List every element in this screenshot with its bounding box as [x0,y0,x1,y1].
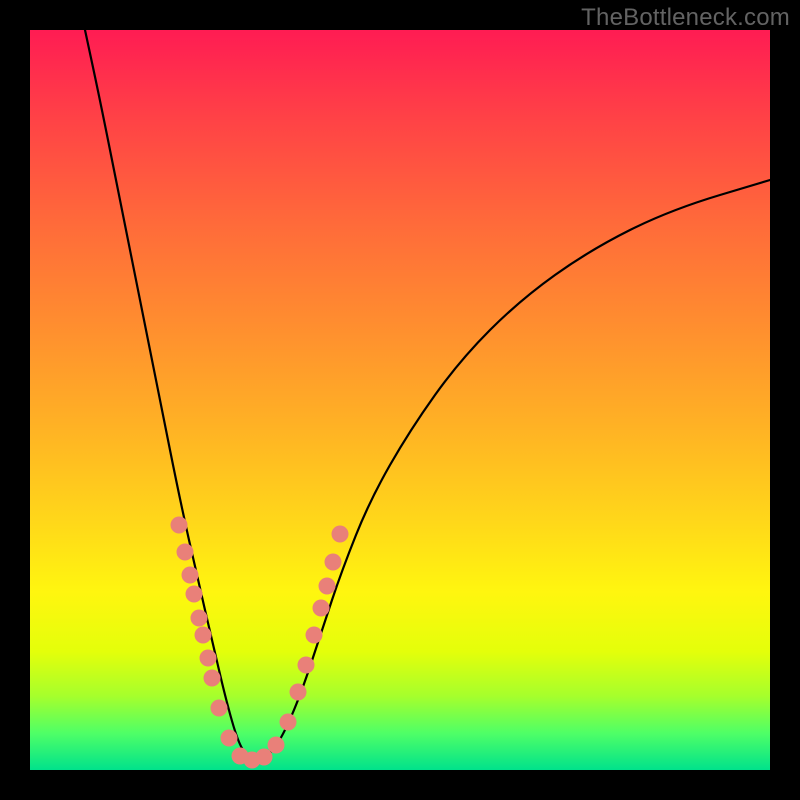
highlight-dot [298,657,315,674]
highlight-dot [191,610,208,627]
highlight-dot [200,650,217,667]
highlight-dots-group [171,517,349,769]
highlight-dot [221,730,238,747]
highlight-dot [256,749,273,766]
highlight-dot [290,684,307,701]
highlight-dot [182,567,199,584]
plot-area [30,30,770,770]
chart-svg [30,30,770,770]
highlight-dot [325,554,342,571]
highlight-dot [186,586,203,603]
chart-frame: TheBottleneck.com [0,0,800,800]
highlight-dot [177,544,194,561]
watermark-label: TheBottleneck.com [581,4,790,32]
highlight-dot [313,600,330,617]
highlight-dot [204,670,221,687]
highlight-dot [268,737,285,754]
highlight-dot [211,700,228,717]
bottleneck-curve [85,30,770,759]
highlight-dot [195,627,212,644]
highlight-dot [319,578,336,595]
highlight-dot [332,526,349,543]
highlight-dot [280,714,297,731]
highlight-dot [306,627,323,644]
highlight-dot [171,517,188,534]
